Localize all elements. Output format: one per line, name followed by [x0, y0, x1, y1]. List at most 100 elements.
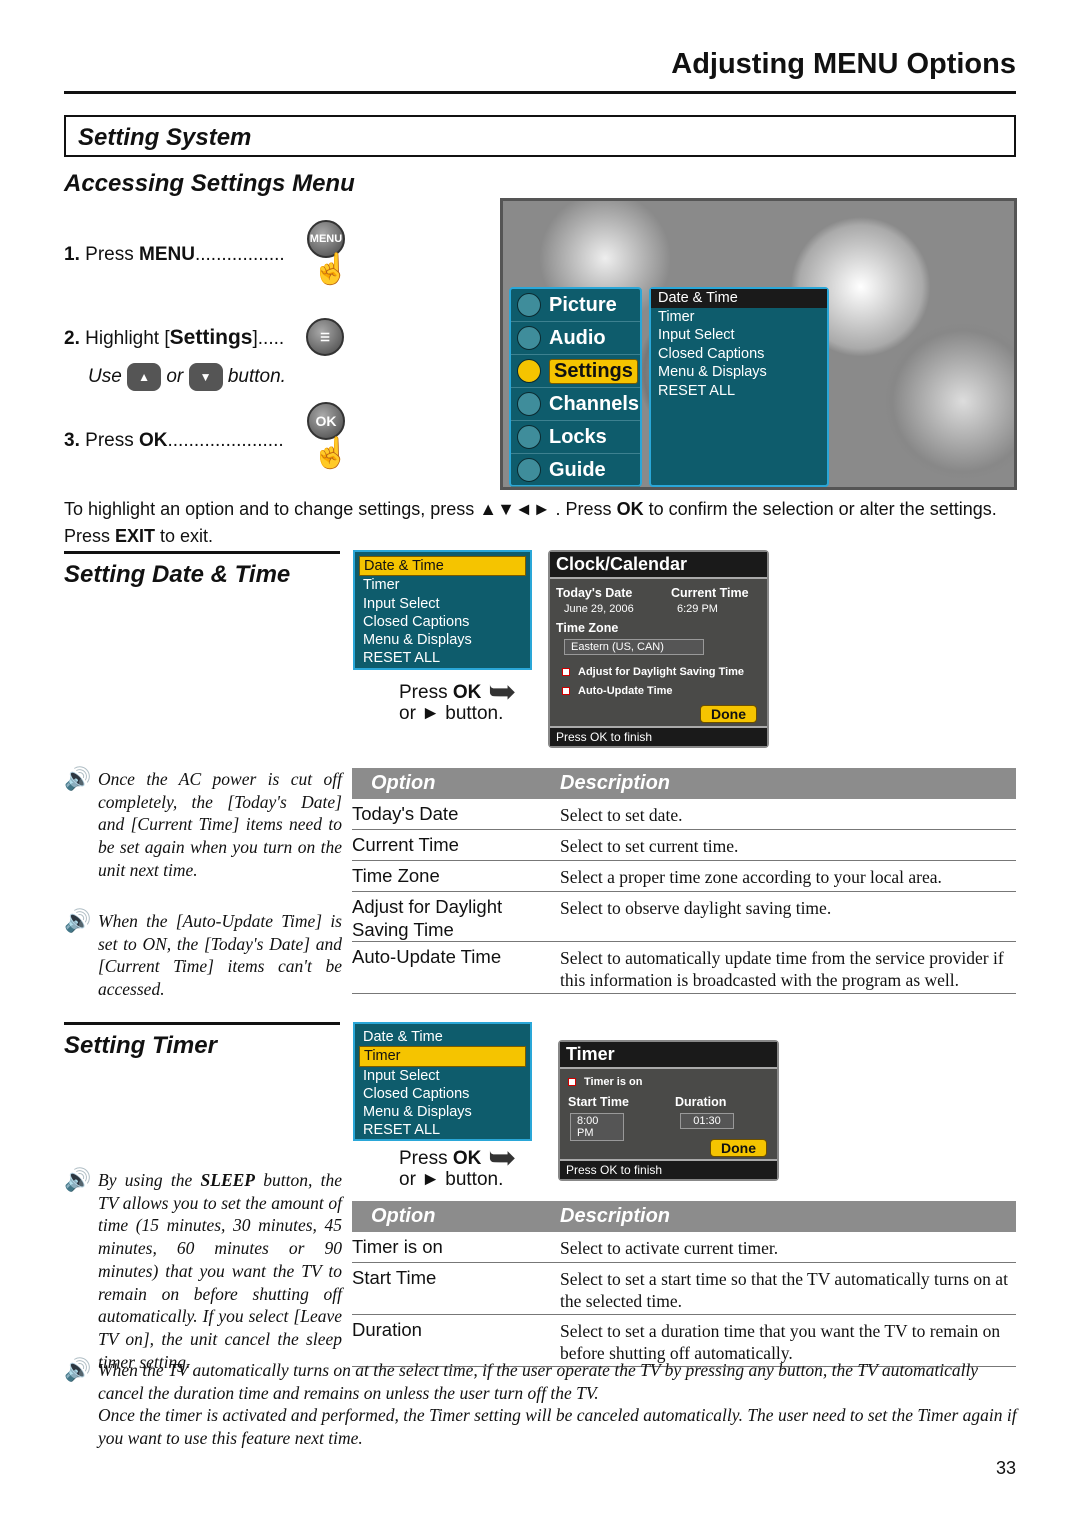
settings-icon — [517, 359, 541, 383]
picture-icon — [517, 293, 541, 317]
audio-icon — [517, 326, 541, 350]
main-menu: Picture Audio Settings Channels Locks Guide — [509, 287, 642, 487]
note: When the TV automatically turns on at th… — [98, 1360, 1017, 1449]
done-button[interactable]: Done — [710, 1139, 767, 1157]
hand-press-icon: ☝ — [312, 253, 350, 286]
time-zone-field[interactable]: Eastern (US, CAN) — [564, 639, 704, 655]
speaker-note-icon: 🔊 — [64, 766, 92, 791]
todays-date[interactable]: June 29, 2006 — [556, 603, 634, 615]
description-cell: Select to set date. — [560, 805, 683, 825]
step-2: 2. Highlight [Settings]..... — [64, 326, 285, 349]
timer-submenu: Date & Time Timer Input Select Closed Capti… — [353, 1022, 532, 1141]
clock-calendar-panel: Clock/Calendar Today's Date June 29, 2006… — [548, 550, 769, 748]
description-cell: Select to automatically update time from… — [560, 948, 1004, 990]
speaker-note-icon: 🔊 — [64, 1167, 92, 1192]
step-1: 1. Press MENU................. — [64, 244, 285, 265]
speaker-note-icon: 🔊 — [64, 908, 92, 933]
done-button[interactable]: Done — [700, 705, 757, 723]
table-row: Timer is on Select to activate current ti… — [352, 1232, 1016, 1263]
menu-item-picture[interactable]: Picture — [511, 289, 640, 322]
submenu-item[interactable]: Timer — [359, 1046, 526, 1067]
checkbox-icon — [568, 1078, 576, 1087]
table-row: Current Time Select to set current time. — [352, 830, 1016, 861]
instructions: To highlight an option and to change set… — [64, 499, 997, 546]
tv-menu-screenshot: Picture Audio Settings Channels Locks Guide D… — [500, 198, 1017, 490]
submenu-item[interactable]: Timer — [355, 576, 530, 594]
checkbox-icon — [562, 668, 570, 677]
submenu-item[interactable]: Closed Captions — [355, 1085, 530, 1103]
menu-item-settings[interactable]: Settings — [511, 355, 640, 388]
submenu-item[interactable]: Input Select — [355, 595, 530, 613]
up-key-icon: ▲ — [127, 363, 162, 391]
menu-item-label: Guide — [549, 458, 606, 481]
menu-item-channels[interactable]: Channels — [511, 388, 640, 421]
submenu-item[interactable]: RESET ALL — [651, 382, 827, 401]
submenu-item[interactable]: Closed Captions — [355, 613, 530, 631]
checkbox-icon — [562, 687, 570, 696]
column-header: Option — [371, 1205, 436, 1227]
submenu-item[interactable]: Closed Captions — [651, 345, 827, 364]
submenu-item[interactable]: Input Select — [651, 326, 827, 345]
arrow-icon: ➥ — [488, 673, 517, 711]
settings-icon: ☰ — [306, 318, 344, 356]
panel-footer: Press OK to finish — [560, 1159, 777, 1179]
submenu-item[interactable]: Date & Time — [359, 556, 526, 577]
table-header: Option Description — [352, 768, 1016, 799]
menu-item-audio[interactable]: Audio — [511, 322, 640, 355]
note: Once the AC power is cut off completely,… — [98, 769, 342, 880]
column-header: Description — [560, 772, 671, 794]
table-row: Auto-Update Time Select to automatically … — [352, 942, 1016, 994]
timer-on-checkbox[interactable]: Timer is on — [568, 1076, 642, 1088]
submenu-item[interactable]: Input Select — [355, 1067, 530, 1085]
channels-icon — [517, 392, 541, 416]
menu-item-guide[interactable]: Guide — [511, 454, 640, 487]
description-cell: Select a proper time zone according to y… — [560, 867, 942, 887]
submenu-item[interactable]: Menu & Displays — [651, 363, 827, 382]
menu-item-label: Audio — [549, 326, 606, 349]
lock-icon — [517, 425, 541, 449]
timer-panel: Timer Timer is on Start Time Duration 8:… — [558, 1040, 779, 1181]
description-cell: Select to activate current timer. — [560, 1238, 779, 1258]
page-title: Adjusting MENU Options — [671, 48, 1016, 80]
menu-item-locks[interactable]: Locks — [511, 421, 640, 454]
submenu-item[interactable]: Menu & Displays — [355, 1103, 530, 1121]
section-rule — [64, 551, 340, 554]
step-2-hint: Use ▲ or ▼ button. — [88, 363, 286, 391]
settings-submenu: Date & Time Timer Input Select Closed Capti… — [649, 287, 829, 487]
date-time-submenu: Date & Time Timer Input Select Closed Capti… — [353, 550, 532, 670]
start-time-field[interactable]: 8:00 PM — [570, 1113, 624, 1141]
option-cell: Current Time — [352, 834, 459, 855]
timer-options-table: Option Description Timer is on Select to ac… — [352, 1201, 1016, 1367]
table-row: Adjust for Daylight Saving Time Select to… — [352, 892, 1016, 942]
ok-button-icon: OK — [307, 402, 345, 440]
guide-icon — [517, 458, 541, 482]
submenu-item[interactable]: Timer — [651, 308, 827, 327]
menu-item-label: Settings — [549, 358, 638, 384]
auto-update-checkbox[interactable]: Auto-Update Time — [562, 685, 673, 697]
date-time-options-table: Option Description Today's Date Select to s… — [352, 768, 1016, 994]
menu-item-label: Picture — [549, 293, 617, 316]
hand-press-icon: ☝ — [312, 437, 350, 470]
table-row: Today's Date Select to set date. — [352, 799, 1016, 830]
panel-title: Timer — [560, 1042, 777, 1069]
submenu-item[interactable]: Date & Time — [651, 289, 827, 308]
option-cell: Auto-Update Time — [352, 946, 502, 967]
submenu-item[interactable]: RESET ALL — [355, 649, 530, 667]
speaker-note-icon: 🔊 — [64, 1357, 92, 1382]
description-cell: Select to set a start time so that the T… — [560, 1269, 1008, 1311]
submenu-item[interactable]: Menu & Displays — [355, 631, 530, 649]
duration-field[interactable]: 01:30 — [680, 1113, 734, 1129]
step-3: 3. Press OK...................... — [64, 430, 284, 451]
current-time[interactable]: 6:29 PM — [671, 603, 749, 615]
option-cell: Start Time — [352, 1267, 437, 1288]
column-header: Description — [560, 1205, 671, 1227]
arrow-icon: ➥ — [488, 1139, 517, 1177]
accessing-heading: Accessing Settings Menu — [64, 170, 355, 197]
table-header: Option Description — [352, 1201, 1016, 1232]
option-cell: Timer is on — [352, 1236, 443, 1257]
submenu-item[interactable]: Date & Time — [355, 1028, 530, 1046]
note: When the [Auto-Update Time] is set to ON… — [98, 911, 342, 1000]
menu-item-label: Locks — [549, 425, 607, 448]
dst-checkbox[interactable]: Adjust for Daylight Saving Time — [562, 666, 744, 678]
section-title: Setting System — [64, 115, 1016, 157]
